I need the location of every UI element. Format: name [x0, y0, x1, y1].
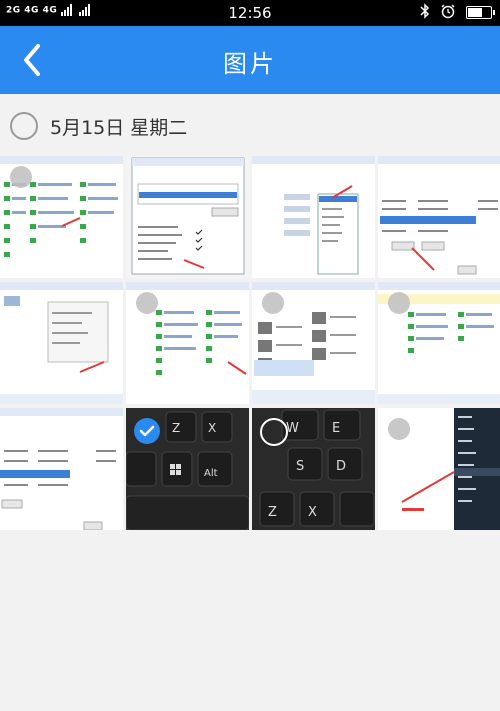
photo-thumbnail[interactable]	[252, 282, 375, 404]
photo-thumbnail[interactable]	[126, 282, 249, 404]
bluetooth-icon	[420, 3, 430, 22]
selection-indicator[interactable]	[260, 418, 288, 446]
svg-text:Alt: Alt	[204, 468, 218, 479]
photo-thumbnail[interactable]	[126, 156, 249, 278]
photo-thumbnail[interactable]	[378, 282, 500, 404]
photo-thumbnail[interactable]	[0, 282, 123, 404]
photo-thumbnail[interactable]	[0, 408, 123, 530]
thumbnail-image	[378, 156, 500, 278]
svg-text:X: X	[208, 421, 216, 435]
empty-area	[0, 533, 500, 711]
select-all-checkbox[interactable]	[10, 112, 38, 140]
svg-text:X: X	[308, 505, 317, 520]
selection-indicator[interactable]	[10, 166, 32, 188]
selected-checkmark-icon[interactable]	[134, 418, 160, 444]
selection-indicator[interactable]	[262, 292, 284, 314]
photo-thumbnail[interactable]	[0, 156, 123, 278]
thumbnail-image	[126, 156, 249, 278]
photo-thumbnail[interactable]	[252, 156, 375, 278]
photo-thumbnail[interactable]: W E S D Z X	[252, 408, 375, 530]
selection-indicator[interactable]	[388, 292, 410, 314]
thumbnail-image	[252, 156, 375, 278]
alarm-icon	[440, 3, 456, 22]
date-section-header: 5月15日 星期二	[0, 94, 500, 156]
svg-text:W: W	[286, 421, 299, 436]
photo-thumbnail[interactable]	[378, 408, 500, 530]
page-title: 图片	[223, 50, 277, 78]
thumbnail-image	[0, 408, 123, 530]
svg-text:Z: Z	[172, 421, 180, 435]
svg-text:D: D	[336, 459, 346, 474]
photo-thumbnail[interactable]	[378, 156, 500, 278]
photo-thumbnail[interactable]: Z X Alt	[126, 408, 249, 530]
svg-text:S: S	[296, 459, 304, 474]
battery-icon	[466, 6, 495, 19]
status-bar: 2G 4G 4G 12:56	[0, 0, 500, 26]
thumbnail-image	[0, 282, 123, 404]
selection-indicator[interactable]	[136, 292, 158, 314]
selection-indicator[interactable]	[388, 418, 410, 440]
svg-text:E: E	[332, 421, 340, 436]
app-header: 图片	[0, 26, 500, 94]
date-label: 5月15日 星期二	[50, 117, 188, 139]
svg-text:Z: Z	[268, 505, 277, 520]
